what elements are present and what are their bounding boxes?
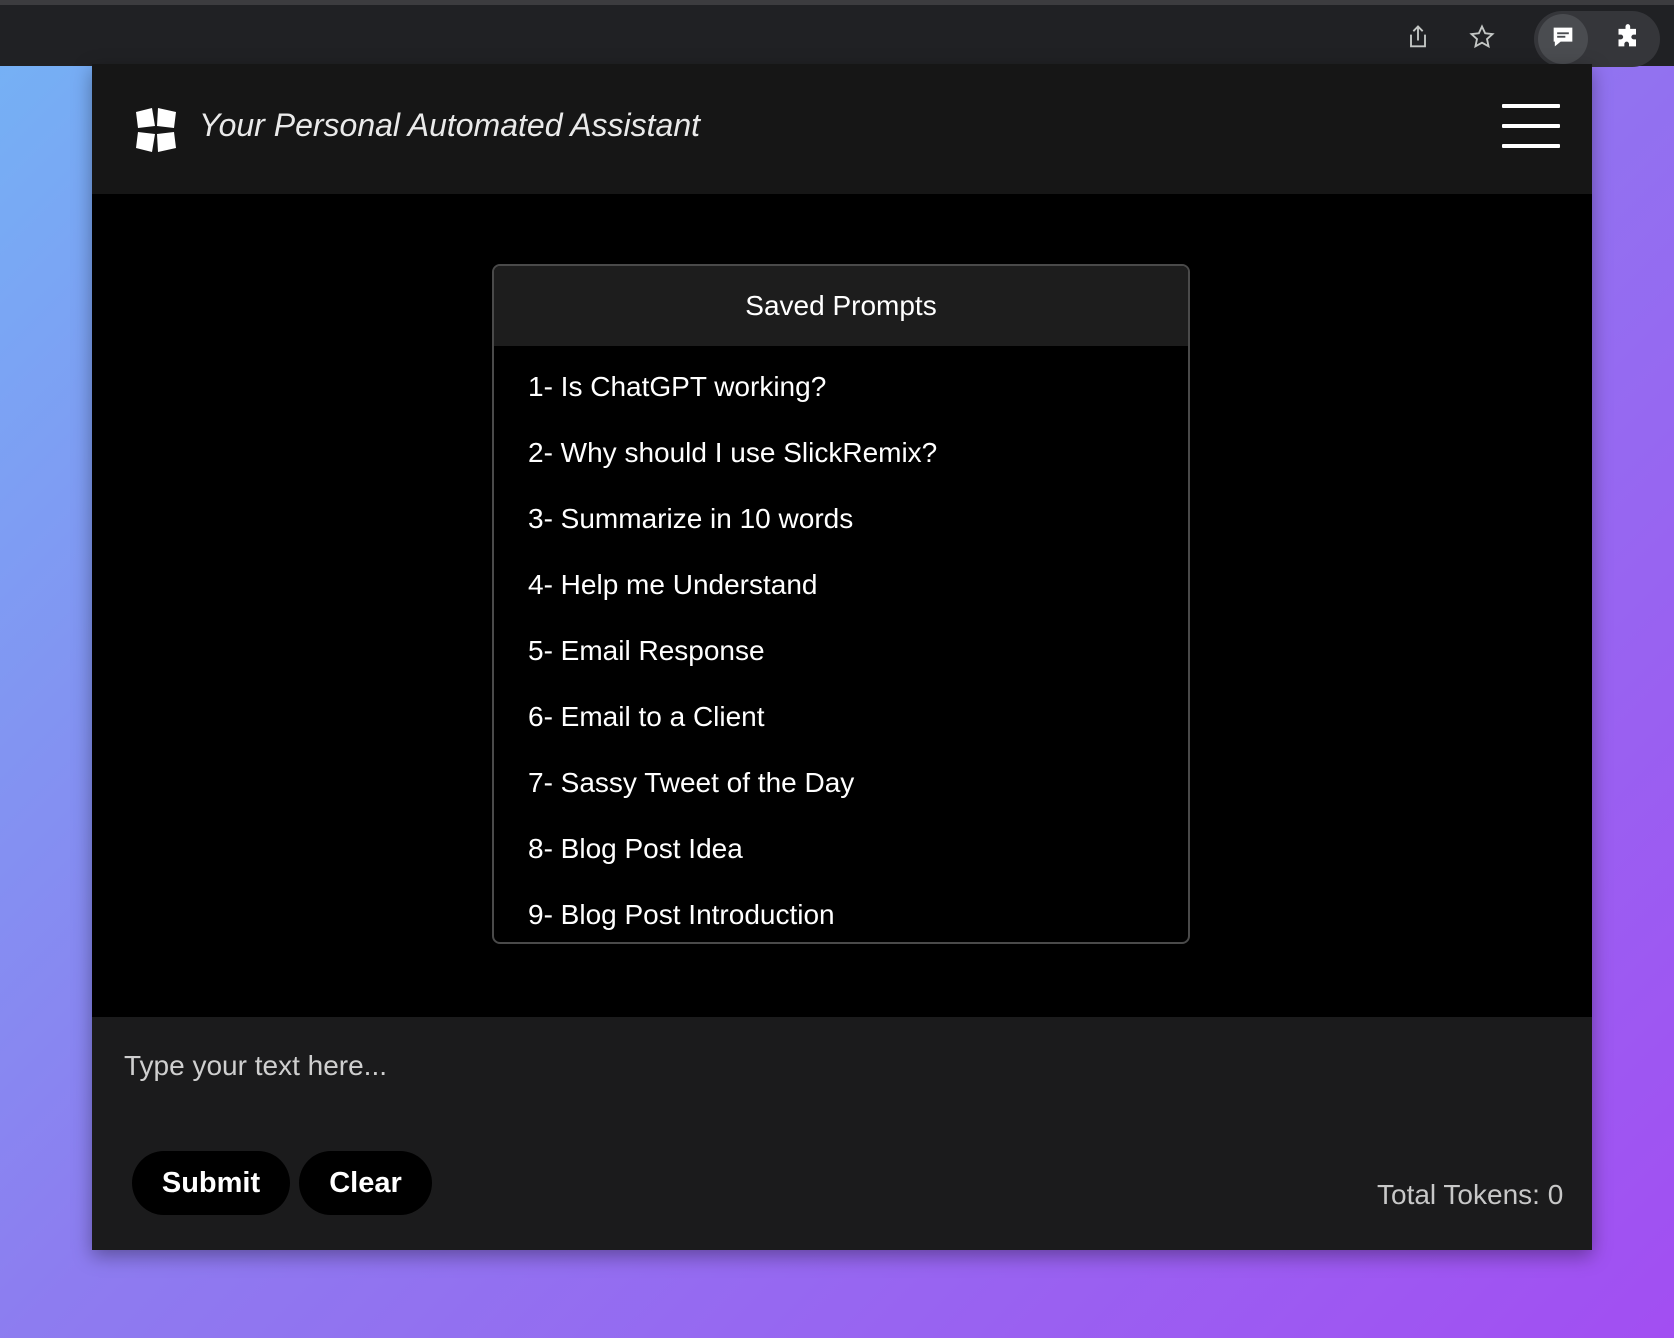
saved-prompt-item[interactable]: 2- Why should I use SlickRemix? — [494, 420, 1188, 486]
total-tokens-counter: Total Tokens: 0 — [1377, 1179, 1564, 1210]
saved-prompts-heading: Saved Prompts — [494, 266, 1188, 346]
saved-prompt-item[interactable]: 4- Help me Understand — [494, 552, 1188, 618]
share-icon[interactable] — [1398, 17, 1438, 57]
chat-bubble-icon[interactable] — [1543, 17, 1583, 57]
app-title: Your Personal Automated Assistant — [199, 107, 701, 143]
saved-prompt-item[interactable]: 9- Blog Post Introduction — [494, 882, 1188, 942]
saved-prompt-item[interactable]: 5- Email Response — [494, 618, 1188, 684]
saved-prompts-list: 1- Is ChatGPT working? 2- Why should I u… — [494, 346, 1188, 942]
saved-prompts-panel: Saved Prompts 1- Is ChatGPT working? 2- … — [492, 264, 1190, 944]
composer-area: Submit Clear Total Tokens: 0 — [92, 1017, 1592, 1250]
saved-prompt-item[interactable]: 7- Sassy Tweet of the Day — [494, 750, 1188, 816]
puzzle-icon[interactable] — [1609, 17, 1649, 57]
hamburger-menu-icon[interactable] — [1502, 104, 1560, 148]
logo-icon — [130, 104, 182, 156]
prompt-text-input[interactable] — [122, 1035, 1566, 1097]
browser-toolbar — [0, 0, 1674, 67]
saved-prompt-item[interactable]: 8- Blog Post Idea — [494, 816, 1188, 882]
saved-prompt-item[interactable]: 3- Summarize in 10 words — [494, 486, 1188, 552]
assistant-popup: Your Personal Automated Assistant Saved … — [92, 64, 1592, 1250]
popup-header: Your Personal Automated Assistant — [92, 64, 1592, 194]
submit-button[interactable]: Submit — [132, 1151, 290, 1215]
saved-prompt-item[interactable]: 1- Is ChatGPT working? — [494, 354, 1188, 420]
star-icon[interactable] — [1462, 17, 1502, 57]
saved-prompt-item[interactable]: 6- Email to a Client — [494, 684, 1188, 750]
clear-button[interactable]: Clear — [299, 1151, 432, 1215]
